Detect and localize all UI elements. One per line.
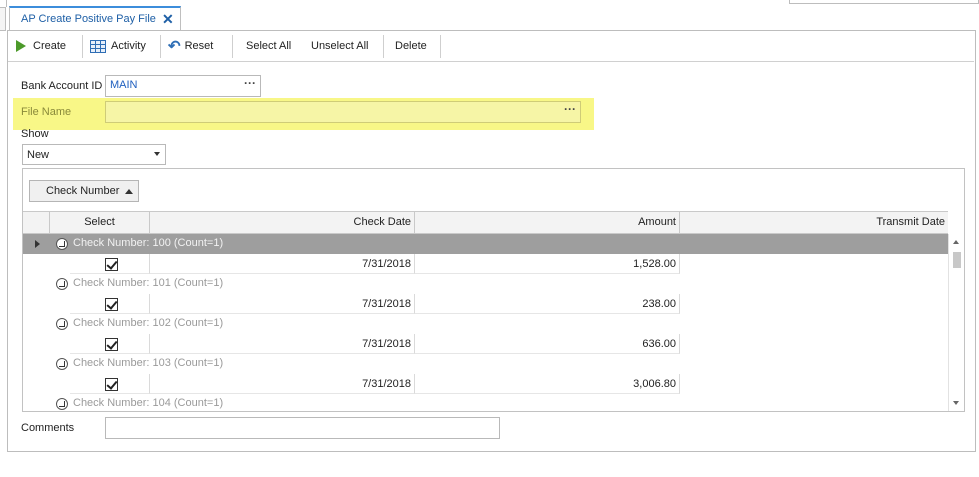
- table-row[interactable]: 7/31/2018 238.00: [23, 294, 948, 314]
- show-select[interactable]: New: [22, 144, 166, 165]
- select-checkbox[interactable]: [105, 298, 118, 311]
- collapse-group-icon[interactable]: [56, 278, 68, 290]
- group-row-label: Check Number: 104 (Count=1): [73, 397, 224, 409]
- column-header-select[interactable]: Select: [50, 212, 150, 233]
- unselect-all-button[interactable]: Unselect All: [311, 31, 368, 61]
- column-header-transmit-date[interactable]: Transmit Date: [680, 212, 948, 233]
- collapse-group-icon[interactable]: [56, 238, 68, 250]
- group-row-label: Check Number: 100 (Count=1): [73, 237, 224, 249]
- delete-button[interactable]: Delete: [395, 31, 427, 61]
- file-name-label: File Name: [21, 106, 72, 118]
- collapse-group-icon[interactable]: [56, 318, 68, 330]
- group-chip-label: Check Number: [46, 185, 120, 197]
- sort-ascending-icon: [125, 189, 133, 194]
- tab-title: AP Create Positive Pay File: [21, 13, 156, 25]
- select-checkbox[interactable]: [105, 378, 118, 391]
- file-name-field[interactable]: ···: [105, 101, 581, 123]
- group-by-panel: [23, 169, 964, 211]
- group-row-label: Check Number: 101 (Count=1): [73, 277, 224, 289]
- adjacent-tab-edge: [0, 7, 6, 31]
- group-row-label: Check Number: 103 (Count=1): [73, 357, 224, 369]
- play-icon: [16, 40, 26, 52]
- header-indicator-cell: [23, 212, 50, 233]
- grid-header: Select Check Date Amount Transmit Date: [23, 211, 948, 234]
- select-checkbox[interactable]: [105, 258, 118, 271]
- collapse-group-icon[interactable]: [56, 398, 68, 410]
- bank-account-id-value: MAIN: [110, 79, 138, 91]
- select-checkbox[interactable]: [105, 338, 118, 351]
- ellipsis-icon[interactable]: ···: [564, 102, 576, 116]
- scroll-down-icon[interactable]: [953, 401, 959, 405]
- activity-label: Activity: [111, 40, 146, 52]
- group-row[interactable]: Check Number: 102 (Count=1): [23, 314, 948, 334]
- comments-label: Comments: [21, 422, 75, 434]
- chevron-down-icon: [154, 152, 160, 156]
- scrollbar-thumb[interactable]: [953, 252, 961, 268]
- group-by-check-number-chip[interactable]: Check Number: [29, 180, 139, 202]
- select-all-button[interactable]: Select All: [246, 31, 291, 61]
- show-selected-value: New: [27, 149, 50, 161]
- collapse-group-icon[interactable]: [56, 358, 68, 370]
- reset-label: Reset: [184, 40, 214, 52]
- table-row[interactable]: 7/31/2018 3,006.80: [23, 374, 948, 394]
- grid-vertical-scrollbar[interactable]: [948, 234, 964, 411]
- group-row[interactable]: Check Number: 104 (Count=1): [23, 394, 948, 411]
- close-icon[interactable]: ✕: [162, 11, 174, 28]
- column-header-check-date[interactable]: Check Date: [150, 212, 415, 233]
- create-label: Create: [33, 40, 67, 52]
- group-row[interactable]: Check Number: 100 (Count=1): [23, 234, 948, 254]
- group-row-label: Check Number: 102 (Count=1): [73, 317, 224, 329]
- table-row[interactable]: 7/31/2018 1,528.00: [23, 254, 948, 274]
- group-row[interactable]: Check Number: 103 (Count=1): [23, 354, 948, 374]
- column-header-amount[interactable]: Amount: [415, 212, 680, 233]
- reset-button[interactable]: ↶ Reset: [168, 31, 213, 61]
- create-button[interactable]: Create: [16, 31, 66, 61]
- toolbar: Create Activity ↶ Reset Select All Unsel…: [8, 31, 974, 62]
- scroll-up-icon[interactable]: [953, 240, 959, 244]
- bank-account-id-label: Bank Account ID: [21, 80, 103, 92]
- activity-button[interactable]: Activity: [90, 31, 146, 61]
- comments-field[interactable]: [105, 417, 500, 439]
- row-indicator-arrow-icon: [35, 240, 40, 248]
- undo-icon: ↶: [168, 37, 181, 55]
- table-row[interactable]: 7/31/2018 636.00: [23, 334, 948, 354]
- grid-icon: [90, 39, 106, 53]
- group-row[interactable]: Check Number: 101 (Count=1): [23, 274, 948, 294]
- ellipsis-icon[interactable]: ···: [244, 76, 256, 90]
- bank-account-id-field[interactable]: MAIN ···: [105, 75, 261, 97]
- tab-ap-create-positive-pay-file[interactable]: AP Create Positive Pay File ✕: [9, 6, 181, 31]
- show-label: Show: [21, 128, 49, 140]
